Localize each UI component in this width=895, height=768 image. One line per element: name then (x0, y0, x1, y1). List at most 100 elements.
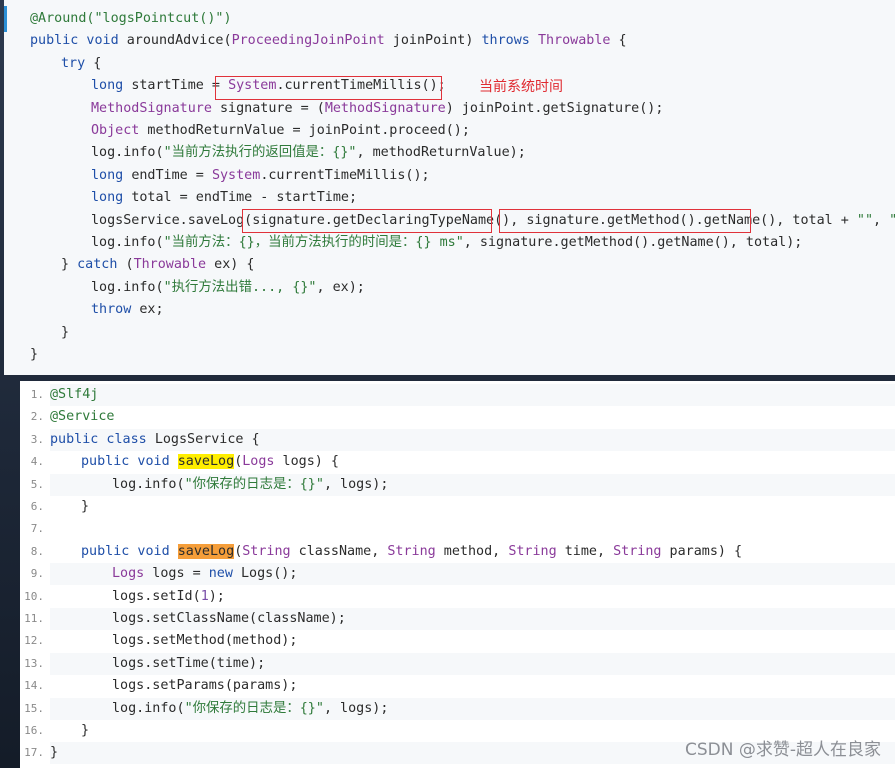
code-text: logs.setMethod(method); (50, 630, 895, 653)
code-token: catch (77, 257, 118, 273)
code-token: log.info( (91, 235, 164, 250)
code-text: logs.setClassName(className); (50, 608, 895, 630)
code-token: "执行方法出错..., {}" (163, 279, 317, 295)
line-number: 17. (24, 746, 44, 760)
code-token: total = endTime - startTime; (131, 190, 358, 206)
code-line: 12. logs.setMethod(method); (20, 630, 895, 653)
code-line: 1. @Slf4j (20, 384, 895, 406)
code-line: long endTime = System.currentTimeMillis(… (30, 166, 430, 186)
code-line: } (30, 323, 69, 343)
code-token: ex; (131, 302, 164, 318)
line-number: 14. (24, 679, 44, 693)
annotation-note: 当前系统时间 (479, 79, 563, 95)
line-number: 16. (24, 724, 44, 737)
code-line: long startTime = System.currentTimeMilli… (30, 76, 446, 96)
code-token: public void (81, 543, 178, 559)
code-line: 10. logs.setId(1); (20, 585, 895, 608)
code-line: logsService.saveLog(signature.getDeclari… (30, 211, 895, 231)
code-line: 4. public void saveLog(Logs logs) { (20, 451, 895, 474)
highlighted-method-name: saveLog (177, 543, 235, 559)
code-token: 1 (200, 588, 209, 604)
code-text: public void saveLog(Logs logs) { (50, 451, 895, 474)
code-line: 3. public class LogsService { (20, 428, 895, 451)
code-token: Object (91, 123, 140, 138)
code-token: Throwable (133, 257, 207, 273)
code-token: String (242, 543, 291, 559)
code-token: "当前方法执行的返回值是：{}" (163, 145, 357, 161)
code-token: MethodSignature (91, 100, 212, 116)
code-text: @Slf4j (50, 384, 895, 406)
line-number: 6. (30, 500, 44, 513)
code-token: .currentTimeMillis(); (260, 167, 430, 183)
code-token: logs.setId( (112, 588, 201, 604)
code-token: , logs); (323, 700, 389, 716)
code-token: String (613, 543, 662, 559)
code-token: , methodReturnValue); (356, 145, 526, 161)
code-token: } (30, 347, 39, 362)
code-token: System (211, 167, 261, 183)
code-token: startTime = (131, 78, 229, 94)
code-text: logs.setTime(time); (50, 652, 895, 675)
code-token: long (91, 167, 132, 183)
code-token: logs.setClassName(className); (112, 611, 346, 626)
code-token: "你保存的日志是：{}" (184, 476, 324, 492)
code-block-accent-bar (4, 6, 7, 32)
code-token: throw (91, 302, 132, 318)
code-token: ( (117, 257, 134, 273)
aspect-code-block: @Around("logsPointcut()") public void aro… (4, 0, 895, 375)
line-number: 3. (30, 432, 44, 446)
code-line: 6.} (20, 496, 895, 518)
code-token: log.info( (91, 279, 164, 295)
code-line: 13. logs.setTime(time); (20, 652, 895, 675)
code-token: joinPoint) (384, 33, 482, 49)
line-number: 8. (30, 544, 44, 558)
code-token: logs = (144, 566, 209, 582)
code-token: params) { (661, 543, 743, 559)
code-token: , ex); (316, 279, 365, 295)
code-token: ); (208, 588, 225, 604)
code-line: 5. log.info("你保存的日志是：{}", logs); (20, 473, 895, 496)
line-number: 12. (24, 634, 44, 648)
screenshot-stage: @Around("logsPointcut()") public void aro… (0, 0, 895, 768)
code-token: .currentTimeMillis(); (276, 78, 446, 94)
code-token: logs.setMethod(method); (112, 633, 298, 649)
code-token: "logsPointcut()" (94, 11, 224, 26)
code-line: } catch (Throwable ex) { (30, 255, 255, 275)
code-line: MethodSignature signature = (MethodSigna… (30, 99, 663, 119)
code-token: } (61, 257, 78, 273)
line-number: 7. (30, 522, 44, 536)
code-token: logs) { (274, 454, 339, 470)
code-line: public void aroundAdvice(ProceedingJoinP… (30, 31, 627, 51)
code-line: } (30, 345, 38, 365)
code-token: MethodSignature (324, 100, 446, 116)
code-token: log.info( (112, 476, 185, 492)
code-token: logs.setParams(params); (112, 678, 298, 694)
code-token: "当前方法：{}，当前方法执行的时间是：{} ms" (163, 235, 464, 250)
code-line: 8. public void saveLog(String className, … (20, 540, 895, 563)
code-line: log.info("当前方法：{}，当前方法执行的时间是：{} ms", sig… (30, 233, 802, 253)
line-number: 10. (24, 589, 44, 603)
code-token: @Service (50, 409, 115, 425)
logs-service-code-block: 1. @Slf4j 2. @Service 3. public class LogsSer… (20, 381, 895, 768)
code-token: Logs(); (232, 566, 298, 582)
code-text: logs.setParams(params); (50, 675, 895, 698)
code-text: Logs logs = new Logs(); (50, 563, 895, 586)
code-token: public void (81, 454, 178, 470)
code-token: , signature.getMethod().getName(), total… (463, 235, 803, 250)
code-token: System (228, 78, 277, 94)
code-text: @Service (50, 406, 895, 429)
code-line: try { (30, 54, 101, 74)
code-line: Object methodReturnValue = joinPoint.pro… (30, 121, 470, 141)
code-token: Throwable (537, 33, 611, 49)
code-text: log.info("你保存的日志是：{}", logs); (50, 473, 895, 496)
code-token: , (873, 212, 890, 228)
code-line: 14. logs.setParams(params); (20, 675, 895, 698)
code-token: } (61, 324, 70, 340)
code-text: } (50, 496, 895, 518)
line-number: 15. (24, 701, 44, 715)
code-token: logs.setTime(time); (112, 655, 266, 671)
code-token: time, (556, 543, 614, 559)
code-token: { (85, 55, 102, 71)
code-token: } (50, 745, 59, 761)
code-token: public void (30, 33, 127, 49)
